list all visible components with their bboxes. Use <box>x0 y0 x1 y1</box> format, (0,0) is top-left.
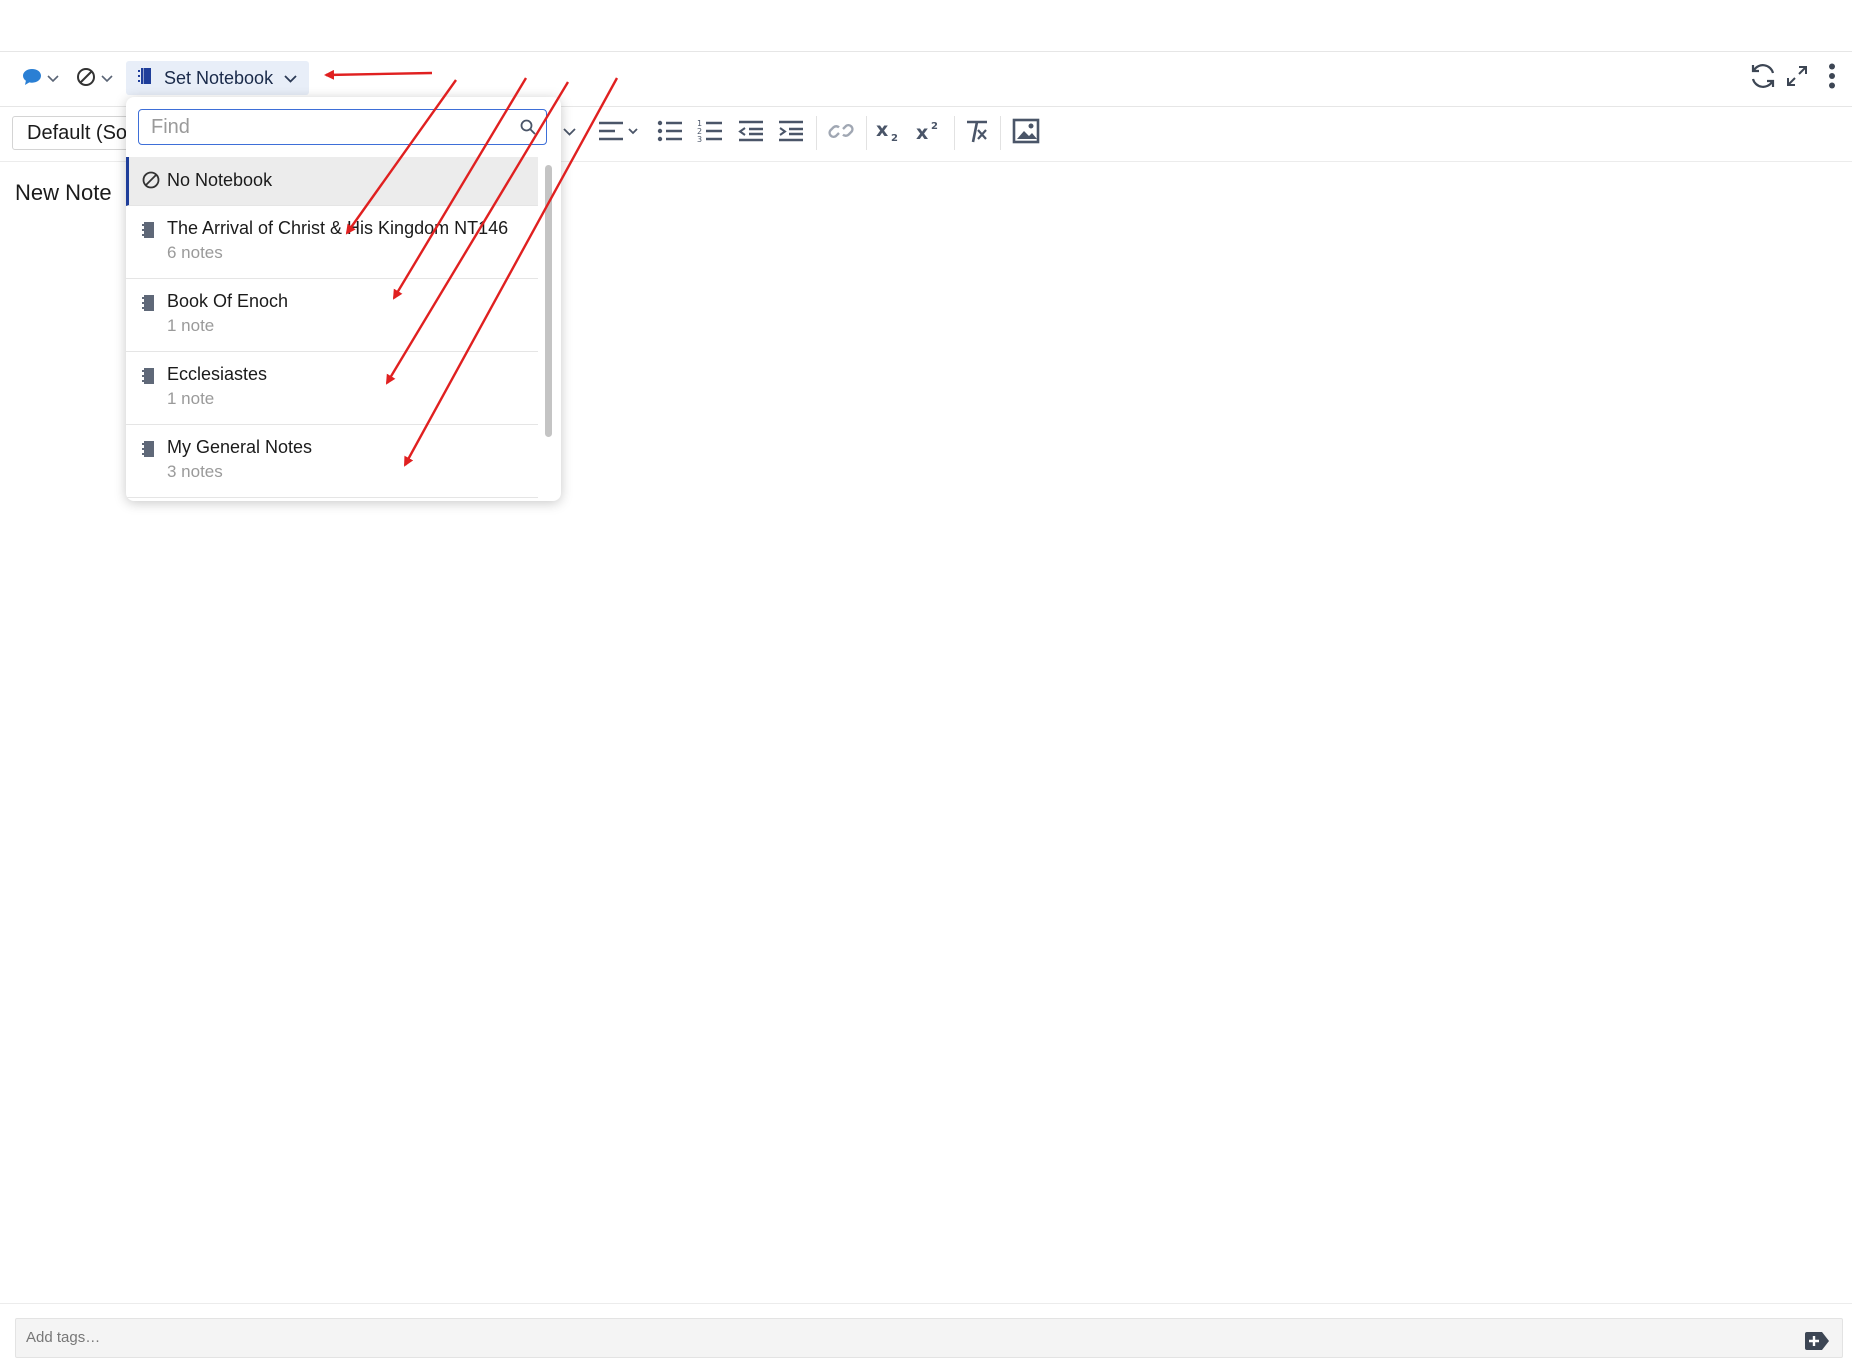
superscript-icon: x2 <box>915 119 943 148</box>
clear-format-icon <box>964 118 990 149</box>
chevron-down-icon <box>47 72 59 86</box>
dropdown-scrollbar[interactable] <box>545 165 552 437</box>
notebook-name: Ecclesiastes <box>167 364 268 384</box>
sync-icon <box>1749 62 1777 95</box>
subscript-icon: x2 <box>875 119 903 148</box>
notebook-icon <box>142 368 154 389</box>
top-bar <box>0 0 1852 52</box>
list-item[interactable]: No Notebook <box>126 157 538 206</box>
expand-button[interactable] <box>1784 64 1810 92</box>
search-icon <box>520 119 536 140</box>
insert-image-button[interactable] <box>1010 118 1042 148</box>
outdent-icon <box>737 119 765 148</box>
list-item[interactable]: Ecclesiastes 1 note <box>126 352 538 425</box>
toolbar-divider <box>954 116 955 150</box>
link-icon <box>828 118 854 149</box>
notebook-count: 1 note <box>167 316 215 335</box>
svg-text:2: 2 <box>931 121 938 132</box>
toolbar-divider <box>816 116 817 150</box>
svg-text:2: 2 <box>891 133 898 143</box>
svg-text:x: x <box>876 119 888 141</box>
notebook-count: 3 notes <box>167 462 223 481</box>
footer-divider <box>0 1303 1852 1304</box>
style-dropdown-button[interactable] <box>558 118 580 148</box>
numbered-list-button[interactable]: 123 <box>696 118 724 148</box>
align-button[interactable] <box>596 118 640 148</box>
superscript-button[interactable]: x2 <box>914 118 944 148</box>
indent-button[interactable] <box>776 118 806 148</box>
tags-input[interactable]: Add tags… <box>15 1318 1843 1358</box>
notebook-icon <box>138 67 152 90</box>
chevron-down-icon <box>101 72 113 86</box>
list-item[interactable]: Book Of Enoch 1 note <box>126 279 538 352</box>
comment-menu-button[interactable] <box>22 66 59 92</box>
notebook-search <box>138 109 547 145</box>
clear-format-button[interactable] <box>962 118 992 148</box>
bullet-list-button[interactable] <box>656 118 684 148</box>
notebook-list: No Notebook The Arrival of Christ & His … <box>126 157 538 498</box>
notebook-name: The Arrival of Christ & His Kingdom NT14… <box>167 218 509 238</box>
expand-icon <box>1786 65 1808 92</box>
notebook-icon <box>142 295 154 316</box>
svg-text:3: 3 <box>697 135 702 144</box>
notebook-count: 1 note <box>167 389 215 408</box>
link-button[interactable] <box>826 118 856 148</box>
sync-button[interactable] <box>1748 62 1778 94</box>
list-item[interactable]: My General Notes 3 notes <box>126 425 538 498</box>
align-icon <box>597 120 639 147</box>
more-options-button[interactable] <box>1820 63 1844 94</box>
indent-icon <box>777 119 805 148</box>
notebook-name: My General Notes <box>167 437 313 457</box>
outdent-button[interactable] <box>736 118 766 148</box>
more-vertical-icon <box>1828 63 1836 94</box>
notebook-name: No Notebook <box>167 170 273 190</box>
notebook-dropdown: No Notebook The Arrival of Christ & His … <box>126 97 561 501</box>
image-icon <box>1012 118 1040 149</box>
numbered-list-icon: 123 <box>697 118 723 149</box>
no-entry-icon <box>142 171 160 194</box>
tag-add-icon[interactable] <box>1804 1328 1830 1350</box>
toolbar-divider <box>866 116 867 150</box>
set-notebook-label: Set Notebook <box>164 67 274 88</box>
status-menu-button[interactable] <box>76 66 113 92</box>
notebook-name: Book Of Enoch <box>167 291 289 311</box>
toolbar-divider <box>1000 116 1001 150</box>
list-item[interactable]: The Arrival of Christ & His Kingdom NT14… <box>126 206 538 279</box>
comment-icon <box>22 68 42 91</box>
set-notebook-button[interactable]: Set Notebook <box>126 61 309 95</box>
note-title[interactable]: New Note <box>15 180 112 206</box>
notebook-search-input[interactable] <box>149 114 513 140</box>
notebook-icon <box>142 222 154 243</box>
chevron-down-icon <box>284 68 297 89</box>
tags-placeholder: Add tags… <box>26 1329 101 1346</box>
bullet-list-icon <box>657 119 683 148</box>
svg-text:x: x <box>916 122 928 143</box>
notebook-icon <box>142 441 154 462</box>
chevron-down-icon <box>562 124 576 142</box>
notebook-count: 6 notes <box>167 243 223 262</box>
subscript-button[interactable]: x2 <box>874 118 904 148</box>
no-entry-icon <box>76 67 96 92</box>
